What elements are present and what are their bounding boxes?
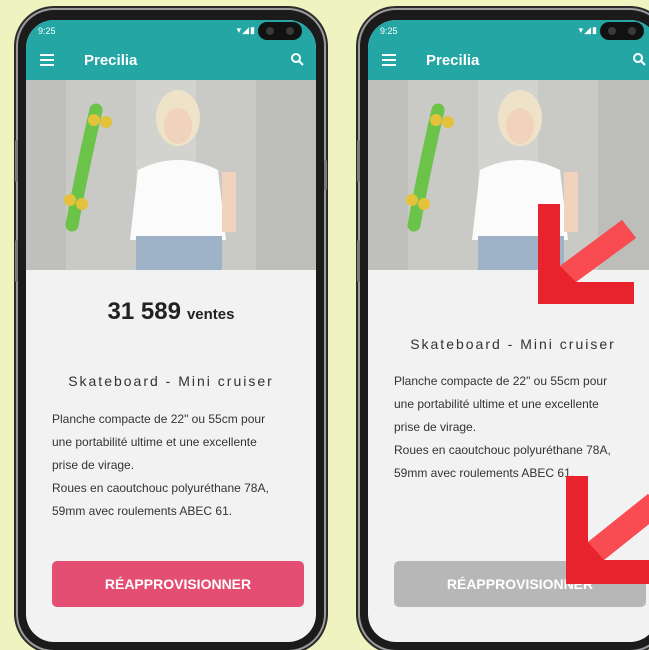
app-title: Precilia [426, 52, 480, 69]
power-button [324, 160, 327, 190]
signal-icons: ▾◢▮ [236, 25, 256, 35]
description-line: Roues en caoutchouc polyuréthane 78A, [52, 481, 269, 495]
description-line: prise de virage. [394, 420, 477, 434]
product-title: Skateboard - Mini cruiser [410, 336, 616, 352]
volume-button [357, 140, 360, 182]
phone-frame-right: 9:25 ▾◢▮ Precilia Skateboard - Mini crui… [357, 10, 649, 650]
product-description: Planche compacte de 22" ou 55cm pour une… [394, 370, 649, 485]
app-bar: Precilia [368, 42, 649, 80]
camera-cutout [258, 22, 302, 40]
menu-icon[interactable] [382, 54, 396, 66]
status-time: 9:25 [380, 26, 398, 36]
status-time: 9:25 [38, 26, 56, 36]
screen-left: 9:25 ▾◢▮ Precilia 31 589 ventes Skateboa… [26, 20, 316, 642]
product-image [26, 80, 316, 270]
arrow-annotation-icon [538, 204, 636, 304]
search-icon[interactable] [290, 52, 304, 66]
volume-button [15, 140, 18, 182]
search-icon[interactable] [632, 52, 646, 66]
description-line: une portabilité ultime et une excellente [52, 435, 257, 449]
description-line: Roues en caoutchouc polyuréthane 78A, [394, 443, 611, 457]
sales-unit: ventes [186, 306, 235, 323]
description-line: prise de virage. [52, 458, 135, 472]
volume-button [357, 240, 360, 282]
status-bar: 9:25 ▾◢▮ [26, 20, 316, 42]
product-description: Planche compacte de 22" ou 55cm pour une… [52, 408, 310, 523]
product-title: Skateboard - Mini cruiser [68, 373, 274, 389]
description-line: Planche compacte de 22" ou 55cm pour [52, 412, 266, 426]
sales-count: 31 589 ventes [26, 298, 316, 326]
app-bar: Precilia [26, 42, 316, 80]
phone-frame-left: 9:25 ▾◢▮ Precilia 31 589 ventes Skateboa… [15, 10, 327, 650]
description-line: 59mm avec roulements ABEC 61. [52, 504, 233, 518]
description-line: une portabilité ultime et une excellente [394, 397, 599, 411]
signal-icons: ▾◢▮ [578, 25, 598, 35]
restock-button[interactable]: RÉAPPROVISIONNER [52, 561, 304, 607]
sales-number: 31 589 [107, 298, 181, 325]
arrow-annotation-icon [566, 476, 649, 584]
app-title: Precilia [84, 52, 138, 69]
volume-button [15, 240, 18, 282]
description-line: Planche compacte de 22" ou 55cm pour [394, 374, 608, 388]
status-bar: 9:25 ▾◢▮ [368, 20, 649, 42]
menu-icon[interactable] [40, 54, 54, 66]
camera-cutout [600, 22, 644, 40]
